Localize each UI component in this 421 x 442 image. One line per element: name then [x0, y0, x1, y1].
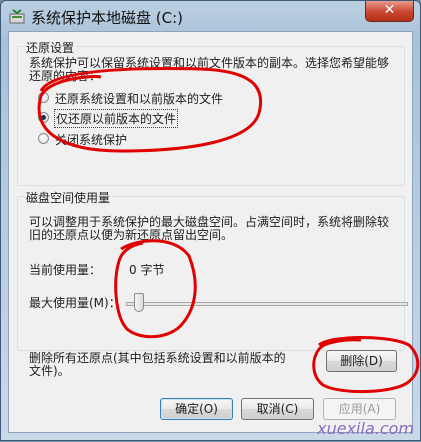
radio-label: 还原系统设置和以前版本的文件 — [55, 92, 224, 106]
max-usage-slider-thumb[interactable] — [134, 293, 144, 312]
radio-button-selected[interactable] — [38, 112, 49, 123]
close-icon: ✕ — [383, 2, 396, 18]
radio-button[interactable] — [38, 92, 49, 103]
max-usage-label: 最大使用量(M)： — [29, 296, 121, 310]
radio-label: 仅还原以前版本的文件 — [53, 109, 179, 128]
close-button[interactable]: ✕ — [365, 1, 414, 22]
max-usage-slider-track[interactable] — [126, 302, 408, 306]
system-protection-icon — [9, 9, 25, 24]
dialog-window: 系统保护本地磁盘 (C:) ✕ 还原设置 系统保护可以保留系统设置和以前文件版本… — [0, 0, 421, 441]
current-usage-label: 当前使用量： — [29, 263, 102, 277]
restore-description-line2: 还原的内容： — [29, 69, 102, 83]
disk-usage-title: 磁盘空间使用量 — [24, 189, 113, 206]
apply-button[interactable]: 应用(A) — [323, 398, 396, 420]
title-bar[interactable]: 系统保护本地磁盘 (C:) ✕ — [1, 1, 420, 35]
window-title: 系统保护本地磁盘 (C:) — [31, 9, 184, 27]
dialog-content: 还原设置 系统保护可以保留系统设置和以前文件版本的副本。选择您希望能够 还原的内… — [8, 31, 413, 433]
radio-label: 关闭系统保护 — [55, 133, 128, 147]
current-usage-value: 0 字节 — [129, 263, 165, 277]
ok-button[interactable]: 确定(O) — [160, 398, 233, 420]
delete-description-line2: 文件)。 — [29, 364, 70, 378]
delete-button[interactable]: 删除(D) — [326, 350, 397, 372]
radio-button[interactable] — [38, 133, 49, 144]
disk-usage-description-line2: 旧的还原点以便为新还原点留出空间。 — [29, 228, 234, 242]
cancel-button[interactable]: 取消(C) — [241, 398, 314, 420]
watermark: xuexila.com — [317, 419, 414, 438]
